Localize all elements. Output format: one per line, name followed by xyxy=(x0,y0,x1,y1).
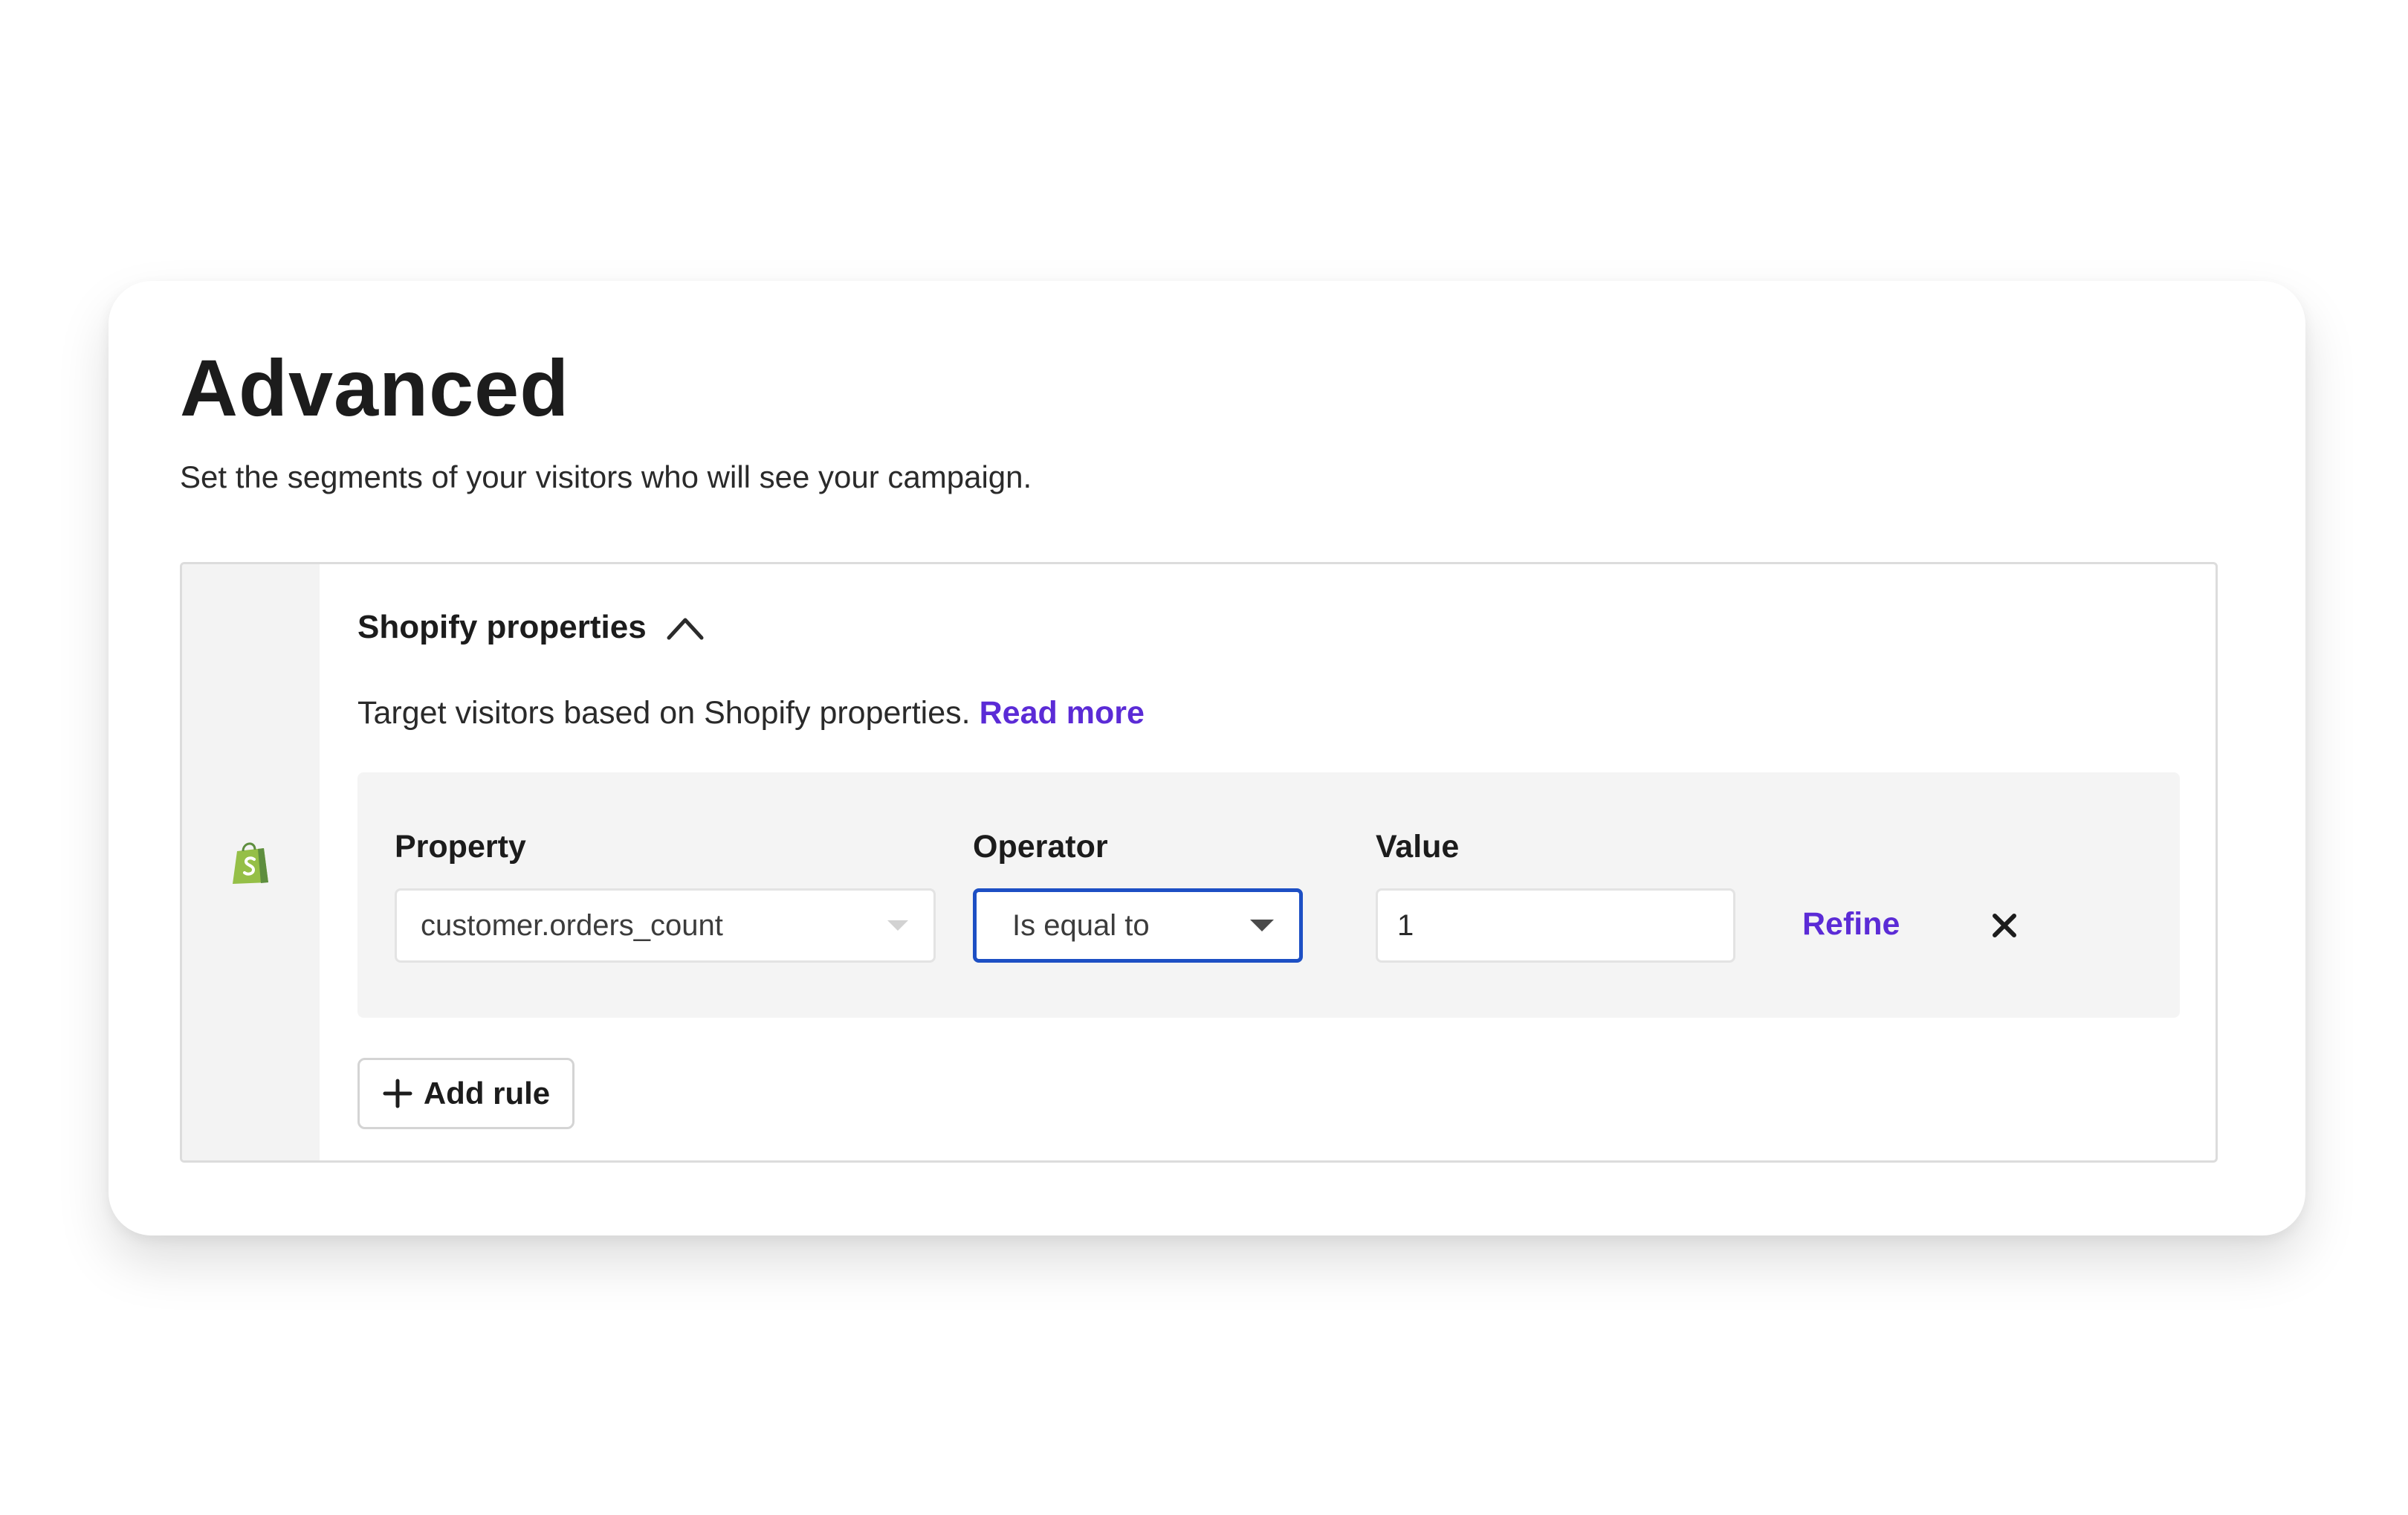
page-title: Advanced xyxy=(180,343,570,433)
operator-select-value: Is equal to xyxy=(1012,908,1150,942)
section-description-text: Target visitors based on Shopify propert… xyxy=(357,695,971,731)
chevron-up-icon xyxy=(667,618,704,640)
refine-link[interactable]: Refine xyxy=(1802,906,1900,943)
add-rule-button[interactable]: Add rule xyxy=(357,1058,575,1129)
property-select-value: customer.orders_count xyxy=(421,908,723,942)
section-description: Target visitors based on Shopify propert… xyxy=(357,695,1145,731)
plus-icon xyxy=(383,1079,412,1108)
property-select[interactable]: customer.orders_count xyxy=(395,888,936,963)
value-input[interactable]: 1 xyxy=(1376,888,1735,963)
value-input-text: 1 xyxy=(1397,908,1414,942)
property-label: Property xyxy=(395,829,526,865)
section-title: Shopify properties xyxy=(357,609,647,645)
close-icon[interactable] xyxy=(1985,906,2024,945)
segment-icon-rail xyxy=(182,564,320,1160)
operator-label: Operator xyxy=(973,829,1108,865)
read-more-link[interactable]: Read more xyxy=(980,695,1145,731)
page-subtitle: Set the segments of your visitors who wi… xyxy=(180,459,1032,494)
chevron-down-icon xyxy=(887,920,908,931)
add-rule-label: Add rule xyxy=(423,1076,551,1111)
value-label: Value xyxy=(1376,829,1460,865)
rule-row: Property customer.orders_count Operator … xyxy=(357,772,2180,1018)
operator-select[interactable]: Is equal to xyxy=(973,888,1303,963)
chevron-down-icon xyxy=(1250,920,1274,931)
shopify-properties-toggle[interactable]: Shopify properties xyxy=(357,609,706,646)
shopify-segment-box: Shopify properties Target visitors based… xyxy=(180,562,2218,1163)
shopify-bag-icon xyxy=(233,842,268,884)
